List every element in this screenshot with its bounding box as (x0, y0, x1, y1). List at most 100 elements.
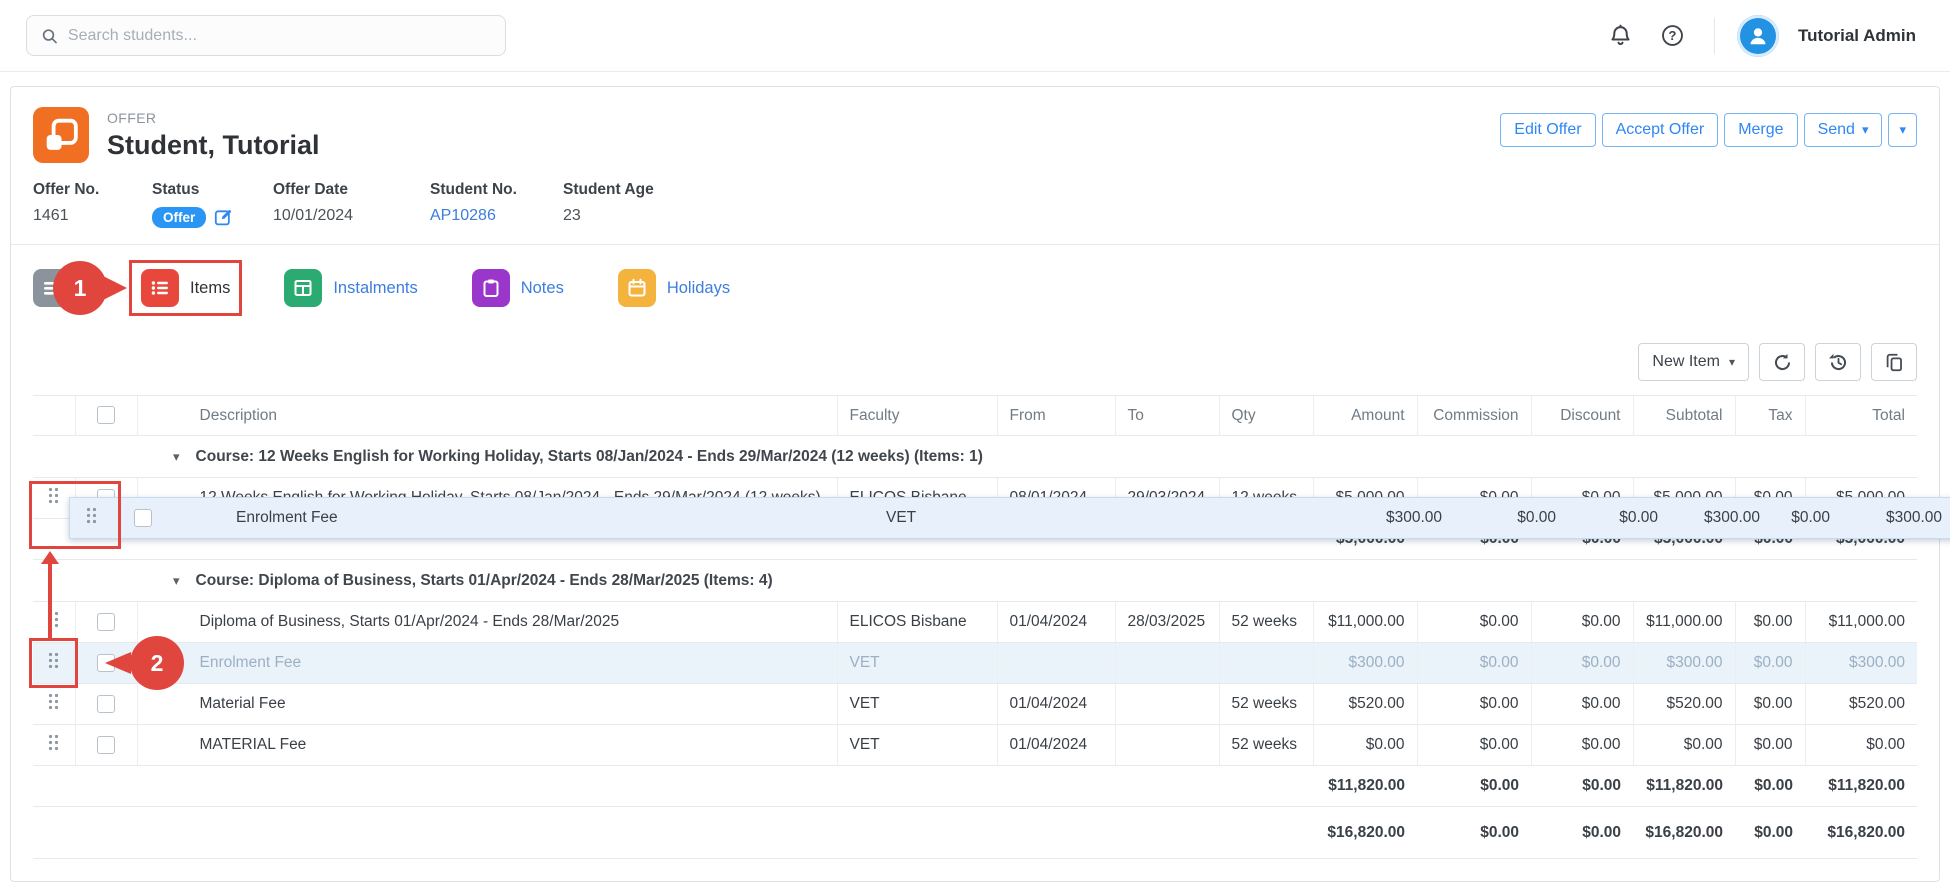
accept-offer-button[interactable]: Accept Offer (1602, 113, 1719, 147)
tab-instalments[interactable]: Instalments (284, 269, 417, 307)
cell-total: $520.00 (1805, 684, 1917, 725)
row-checkbox[interactable] (97, 695, 115, 713)
cell-commission: $0.00 (1417, 725, 1531, 766)
header-total[interactable]: Total (1805, 396, 1917, 436)
offer-title-block: OFFER Student, Tutorial (33, 107, 319, 163)
group-subtotal-row: $11,820.00 $0.00 $0.00 $11,820.00 $0.00 … (33, 766, 1917, 807)
grand-subtotal: $16,820.00 (1633, 807, 1735, 859)
header-checkbox-cell (75, 396, 137, 436)
new-item-button[interactable]: New Item (1638, 343, 1749, 381)
cell-tax: $0.00 (1735, 643, 1805, 684)
history-icon (1829, 353, 1848, 372)
cell-amount: $0.00 (1313, 725, 1417, 766)
cell-to (1115, 643, 1219, 684)
tab-items[interactable]: Items (141, 269, 230, 307)
student-no-link[interactable]: AP10286 (430, 207, 496, 224)
holidays-tab-icon (618, 269, 656, 307)
cell-qty: 52 weeks (1219, 684, 1313, 725)
notes-tab-label: Notes (521, 279, 564, 298)
annotation-step-1-balloon: 1 (53, 261, 107, 315)
cell-from (997, 643, 1115, 684)
person-icon (1747, 25, 1769, 47)
cell-subtotal: $520.00 (1633, 684, 1735, 725)
header-to[interactable]: To (1115, 396, 1219, 436)
cell-commission: $0.00 (1417, 643, 1531, 684)
items-tab-icon (141, 269, 179, 307)
items-table: Description Faculty From To Qty Amount C… (33, 395, 1917, 859)
subtotal-subtotal: $11,820.00 (1633, 766, 1735, 807)
header-tax[interactable]: Tax (1735, 396, 1805, 436)
cell-description: Enrolment Fee (174, 509, 874, 527)
topbar-divider (1714, 18, 1715, 54)
row-checkbox[interactable] (134, 509, 152, 527)
user-name[interactable]: Tutorial Admin (1798, 26, 1916, 46)
page-title: Student, Tutorial (107, 130, 319, 161)
svg-text:?: ? (1669, 28, 1677, 43)
cell-subtotal: $11,000.00 (1633, 602, 1735, 643)
more-actions-button[interactable] (1888, 113, 1917, 147)
subtotal-tax: $0.00 (1735, 766, 1805, 807)
help-button[interactable]: ? (1650, 13, 1696, 59)
header-commission[interactable]: Commission (1417, 396, 1531, 436)
header-faculty[interactable]: Faculty (837, 396, 997, 436)
header-subtotal[interactable]: Subtotal (1633, 396, 1735, 436)
info-student-age: Student Age 23 (563, 181, 654, 228)
header-description[interactable]: Description (137, 396, 837, 436)
group-title: Course: 12 Weeks English for Working Hol… (196, 448, 983, 465)
instalments-tab-label: Instalments (333, 279, 417, 298)
cell-subtotal: $0.00 (1633, 725, 1735, 766)
collapse-caret-icon[interactable] (173, 572, 196, 589)
cell-from: 01/04/2024 (997, 725, 1115, 766)
header-amount[interactable]: Amount (1313, 396, 1417, 436)
tab-holidays[interactable]: Holidays (618, 269, 730, 307)
table-row: MATERIAL Fee VET 01/04/2024 52 weeks $0.… (33, 725, 1917, 766)
copy-button[interactable] (1871, 343, 1917, 381)
dragged-row[interactable]: Enrolment Fee VET $300.00 $0.00 $0.00 $3… (69, 497, 1950, 539)
cell-faculty: ELICOS Bisbane (837, 602, 997, 643)
card-header: OFFER Student, Tutorial Edit Offer Accep… (11, 87, 1939, 163)
cell-qty (1219, 643, 1313, 684)
cell-to: 28/03/2025 (1115, 602, 1219, 643)
search-input[interactable] (68, 27, 491, 45)
send-button[interactable]: Send (1804, 113, 1883, 147)
annotation-up-arrow-line (48, 563, 52, 639)
row-checkbox[interactable] (97, 736, 115, 754)
merge-button[interactable]: Merge (1724, 113, 1797, 147)
cell-subtotal: $300.00 (1633, 643, 1735, 684)
header-qty[interactable]: Qty (1219, 396, 1313, 436)
tab-notes[interactable]: Notes (472, 269, 564, 307)
grand-total-row: $16,820.00 $0.00 $0.00 $16,820.00 $0.00 … (33, 807, 1917, 859)
header-from[interactable]: From (997, 396, 1115, 436)
cell-discount: $0.00 (1531, 643, 1633, 684)
select-all-checkbox[interactable] (97, 406, 115, 424)
cell-total: $0.00 (1805, 725, 1917, 766)
search-students-box[interactable] (26, 15, 506, 56)
cell-total: $11,000.00 (1805, 602, 1917, 643)
grand-discount: $0.00 (1531, 807, 1633, 859)
edit-status-icon[interactable] (214, 208, 233, 227)
annotation-drop-target-frame (29, 481, 121, 549)
history-button[interactable] (1815, 343, 1861, 381)
subtotal-total: $11,820.00 (1805, 766, 1917, 807)
annotation-step-2-balloon: 2 (130, 636, 184, 690)
cell-from: 01/04/2024 (997, 602, 1115, 643)
items-tab-label: Items (190, 279, 230, 298)
row-checkbox[interactable] (97, 613, 115, 631)
collapse-caret-icon[interactable] (173, 448, 196, 465)
info-offer-date: Offer Date 10/01/2024 (273, 181, 430, 228)
avatar[interactable] (1737, 15, 1779, 57)
subtotal-commission: $0.00 (1417, 766, 1531, 807)
items-panel: New Item (11, 331, 1939, 881)
refresh-button[interactable] (1759, 343, 1805, 381)
drag-handle[interactable] (48, 693, 59, 710)
notifications-button[interactable] (1598, 13, 1644, 59)
cell-amount: $11,000.00 (1313, 602, 1417, 643)
cell-faculty: VET (874, 509, 1034, 527)
cell-commission: $0.00 (1417, 602, 1531, 643)
cell-faculty: VET (837, 725, 997, 766)
topbar-right: ? Tutorial Admin (1598, 13, 1924, 59)
grand-commission: $0.00 (1417, 807, 1531, 859)
drag-handle[interactable] (48, 734, 59, 751)
header-discount[interactable]: Discount (1531, 396, 1633, 436)
edit-offer-button[interactable]: Edit Offer (1500, 113, 1595, 147)
